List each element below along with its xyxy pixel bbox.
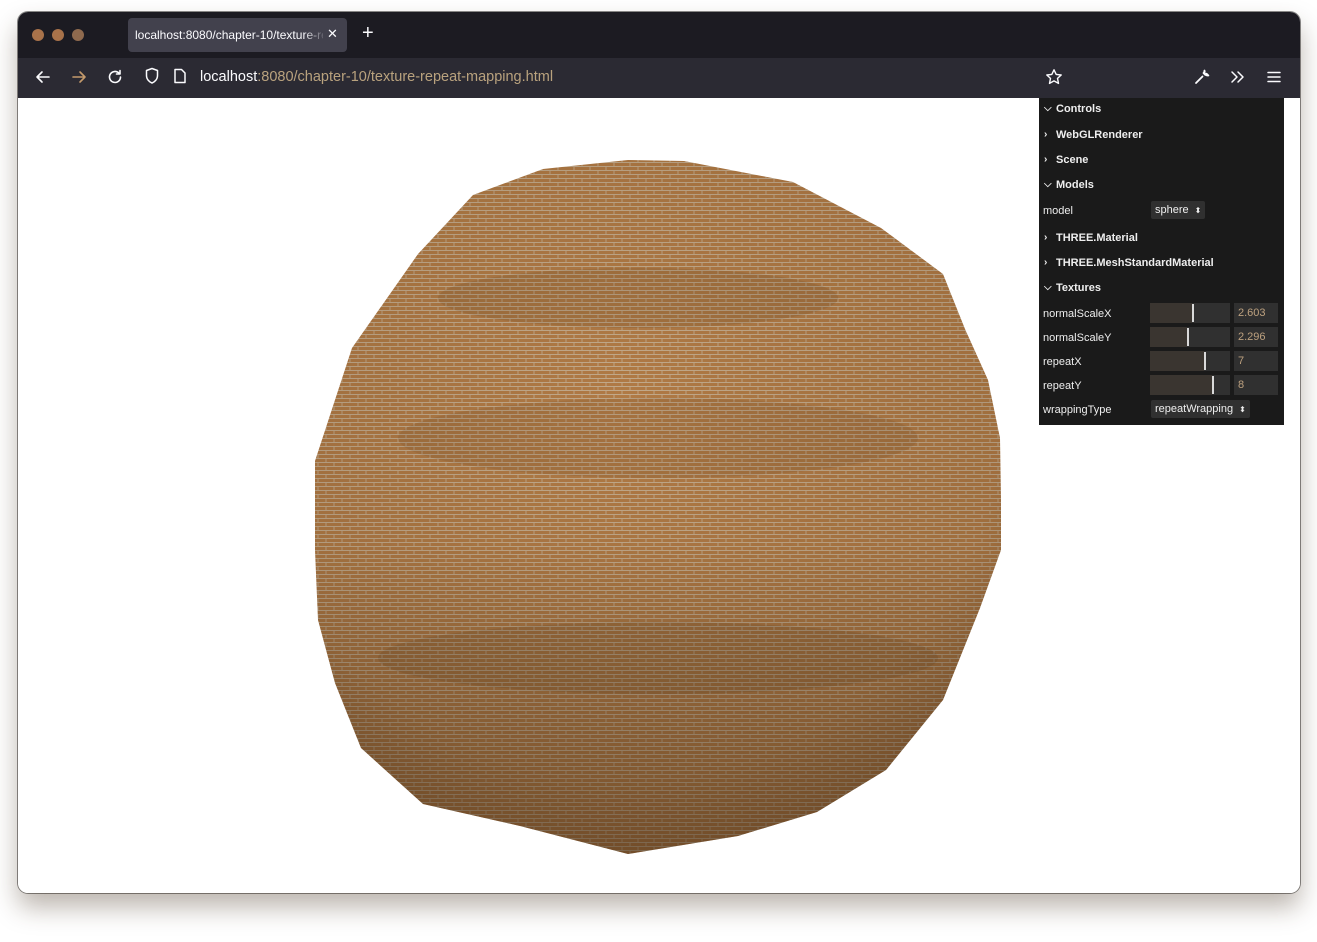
address-bar[interactable]: localhost:8080/chapter-10/texture-repeat… — [144, 65, 1044, 91]
mesh-standard-material-folder[interactable]: › THREE.MeshStandardMaterial — [1039, 257, 1284, 279]
back-icon[interactable] — [34, 68, 52, 86]
model-select[interactable]: sphere ⬍ — [1151, 201, 1206, 219]
three-material-folder[interactable]: › THREE.Material — [1039, 232, 1284, 254]
chevron-right-icon: › — [1044, 257, 1048, 268]
chevron-right-icon: › — [1044, 232, 1048, 243]
minimize-window-button[interactable] — [52, 29, 64, 41]
overflow-icon[interactable] — [1229, 68, 1247, 86]
menu-icon[interactable] — [1265, 68, 1283, 86]
chevron-right-icon: › — [1044, 154, 1048, 165]
tab-title: localhost:8080/chapter-10/texture-repeat… — [135, 28, 323, 42]
select-caret-icon: ⬍ — [1239, 405, 1246, 414]
normal-scale-y-input[interactable]: 2.296 — [1234, 327, 1278, 347]
normal-scale-x-slider[interactable] — [1150, 303, 1230, 323]
new-tab-button[interactable]: + — [362, 23, 374, 43]
normal-scale-y-slider[interactable] — [1150, 327, 1230, 347]
close-window-button[interactable] — [32, 29, 44, 41]
normal-scale-x-input[interactable]: 2.603 — [1234, 303, 1278, 323]
zoom-window-button[interactable] — [72, 29, 84, 41]
url-path: :8080/chapter-10/texture-repeat-mapping.… — [257, 69, 554, 85]
controls-folder[interactable]: ⌵ Controls — [1039, 103, 1284, 125]
model-row: model sphere ⬍ — [1039, 201, 1284, 227]
active-tab[interactable]: localhost:8080/chapter-10/texture-repeat… — [128, 18, 347, 52]
repeat-x-input[interactable]: 7 — [1234, 351, 1278, 371]
models-folder[interactable]: ⌵ Models — [1039, 179, 1284, 201]
browser-window: localhost:8080/chapter-10/texture-repeat… — [18, 12, 1300, 893]
wrapping-type-select[interactable]: repeatWrapping ⬍ — [1151, 400, 1250, 418]
chevron-down-icon: ⌵ — [1044, 282, 1052, 293]
textures-folder[interactable]: ⌵ Textures — [1039, 282, 1284, 304]
repeat-y-input[interactable]: 8 — [1234, 375, 1278, 395]
url-text[interactable]: localhost:8080/chapter-10/texture-repeat… — [200, 69, 553, 85]
shield-icon[interactable] — [144, 67, 160, 85]
reload-icon[interactable] — [106, 68, 124, 86]
sphere-model — [315, 160, 1001, 854]
chevron-down-icon: ⌵ — [1044, 179, 1052, 190]
webglrenderer-folder[interactable]: › WebGLRenderer — [1039, 129, 1284, 151]
scene-folder[interactable]: › Scene — [1039, 154, 1284, 176]
repeat-y-row: repeatY 8 — [1039, 375, 1284, 402]
page-icon — [174, 68, 186, 84]
select-caret-icon: ⬍ — [1194, 206, 1202, 215]
repeat-x-slider[interactable] — [1150, 351, 1230, 371]
star-icon[interactable] — [1045, 68, 1063, 86]
wrench-icon[interactable] — [1193, 68, 1211, 86]
chevron-right-icon: › — [1044, 129, 1048, 140]
title-bar: localhost:8080/chapter-10/texture-repeat… — [18, 12, 1300, 58]
tab-close-icon[interactable]: ✕ — [327, 26, 338, 42]
chevron-down-icon: ⌵ — [1044, 103, 1052, 114]
wrapping-type-row: wrappingType repeatWrapping ⬍ — [1039, 400, 1284, 426]
navigation-toolbar: localhost:8080/chapter-10/texture-repeat… — [18, 58, 1300, 98]
repeat-y-slider[interactable] — [1150, 375, 1230, 395]
url-host: localhost — [200, 69, 258, 85]
page-content: ⌵ Controls › WebGLRenderer › Scene ⌵ Mod… — [18, 98, 1300, 893]
dat-gui-panel: ⌵ Controls › WebGLRenderer › Scene ⌵ Mod… — [1039, 98, 1284, 425]
forward-icon[interactable] — [70, 68, 88, 86]
